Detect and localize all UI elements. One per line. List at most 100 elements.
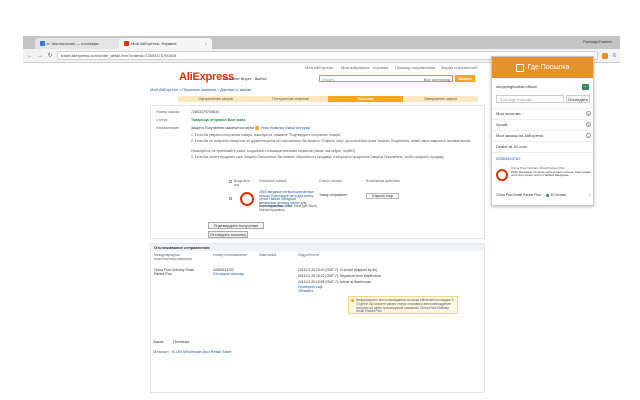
order-details-panel: Номер заказа: 72603375700634 Статус: Тов… xyxy=(150,105,485,239)
tracking-title: Отслеживание отправления xyxy=(151,244,484,251)
search-button[interactable]: Search xyxy=(455,75,475,82)
topnav-help[interactable]: Помощь покупателям xyxy=(395,65,435,70)
track-package-button[interactable]: Отследить посылку xyxy=(208,231,248,238)
carrier-name: China Post Ordinary Small Packet Plus xyxy=(154,268,194,276)
order-number-label: Номер заказа: xyxy=(156,110,180,114)
product-thumbnail[interactable] xyxy=(240,192,254,206)
welcome-text: Welcome Buyer · Выйти xyxy=(223,76,267,81)
menu-icon[interactable]: ≡ xyxy=(612,53,616,59)
tab-tracker[interactable]: e. Шоптыльник — отслежив × xyxy=(35,38,128,49)
divider xyxy=(492,130,593,131)
col-details: Подробности xyxy=(298,253,319,257)
col-carrier: Международная транспортная компания xyxy=(154,253,192,261)
note-3: Пожалуйста, не принимайте заказ, созданн… xyxy=(191,149,357,153)
chevron-icon: › xyxy=(586,133,591,138)
topnav-cart[interactable]: Корзина xyxy=(373,65,388,70)
step-payment: Поступление платежа xyxy=(253,96,328,102)
store-link[interactable]: K-UN Wholesale And Retail Store xyxy=(172,349,232,354)
popup-footer: China Post Small Packet Plus В Отслеж ✎ xyxy=(496,193,591,197)
buyer-protection-icon xyxy=(255,126,260,131)
note-2: 2. Если Вы не получили товар или не удов… xyxy=(191,139,472,143)
col-remarks: Замечания xyxy=(259,253,277,257)
step-complete: Завершение заказа xyxy=(403,96,478,102)
menu-archive[interactable]: Архив 0 xyxy=(496,122,591,127)
profile-name[interactable]: PackageTracker xyxy=(583,39,612,44)
tracking-code-input[interactable]: Трек-код посылки xyxy=(496,95,564,103)
track-button[interactable]: Отследить xyxy=(566,95,590,103)
tab-aliexpress[interactable]: Мой AliExpress: Управле × xyxy=(119,38,212,49)
menu-label: Мои посылки xyxy=(496,111,521,116)
topnav-my-aliexpress[interactable]: Мой AliExpress xyxy=(305,65,333,70)
tracking-panel: Отслеживание отправления Международная т… xyxy=(150,243,485,393)
package-tracker-extension-icon[interactable] xyxy=(602,52,609,59)
tracking-event: 2015.01.26 18:10 (GMT-7): Departure from… xyxy=(298,274,381,278)
url-text: trade.aliexpress.com/order_detail.htm?or… xyxy=(61,53,177,58)
tab-strip: e. Шоптыльник — отслежив × Мой AliExpres… xyxy=(23,36,620,49)
edit-icon[interactable]: ✎ xyxy=(588,193,591,197)
warning-icon xyxy=(351,299,354,302)
status-label: Статус: xyxy=(156,118,169,122)
product-status: Товар отправлен xyxy=(319,193,348,197)
popup-tracking-number[interactable]: 02653543762 xyxy=(496,156,591,161)
col-description: Описание товара xyxy=(259,179,287,183)
tracking-event: 2015.01.26 18:58 (GMT-7): Arrival at War… xyxy=(298,280,372,284)
divider xyxy=(492,108,593,109)
store-label: Магазин: xyxy=(153,349,170,354)
product-attributes: Характеристики: Color: Steel (gift Silve… xyxy=(259,204,318,212)
product-checkbox[interactable] xyxy=(229,197,232,200)
step-shipping: Посылка xyxy=(328,96,403,102)
tracker-favicon-icon xyxy=(40,41,45,46)
tab-label: Мой AliExpress: Управле xyxy=(131,41,177,46)
footer-status: В Отслеж xyxy=(545,193,566,197)
order-number: 72603375700634 xyxy=(191,110,219,114)
menu-label: Мои заказы на AliExpress xyxy=(496,133,544,138)
menu-aliexpress-orders[interactable]: Мои заказы на AliExpress › xyxy=(496,133,591,138)
update-link[interactable]: Обновить xyxy=(298,289,313,293)
track-package-link[interactable]: Отследить посылку xyxy=(213,272,244,276)
menu-jd-deals[interactable]: Dealer at JD.com xyxy=(496,144,591,149)
add-package-button[interactable]: + xyxy=(582,84,589,90)
topnav-forum[interactable]: Форум покупателей xyxy=(441,65,477,70)
divider xyxy=(492,152,593,153)
open-dispute-button[interactable]: Открыть спор xyxy=(366,193,399,199)
reminder-body: Защита Покупателя закончится через xyxy=(191,126,255,130)
col-tracking-number: Номер отслеживания xyxy=(213,253,247,257)
reminder-text: Защита Покупателя закончится через Игра … xyxy=(191,126,311,131)
note-1: 1. Если Вы уверены получения товара, пож… xyxy=(191,133,342,137)
package-tracker-popup: Где Посылка shoppingtoolbar.official + Т… xyxy=(491,56,594,206)
top-nav: Мой AliExpress Мои избранное Корзина Пом… xyxy=(23,63,493,71)
tab-order[interactable]: Заказ xyxy=(153,339,164,344)
tab-label: e. Шоптыльник — отслежив xyxy=(47,41,99,46)
popup-title: Где Посылка xyxy=(527,64,570,71)
package-description: China Post Ordinary Small Packet Plus 20… xyxy=(511,166,591,178)
menu-my-packages[interactable]: Мои посылки 0 xyxy=(496,111,591,116)
search-placeholder: Искать xyxy=(322,77,335,82)
topnav-wishlist[interactable]: Мои избранное xyxy=(341,65,370,70)
confirm-receipt-button[interactable]: Подтвердить получение товара xyxy=(208,222,264,234)
search-input[interactable]: Искать Все категории xyxy=(319,75,453,82)
status-dot-icon xyxy=(545,193,549,197)
tab-payments[interactable]: Платежи xyxy=(173,339,189,344)
popup-account[interactable]: shoppingtoolbar.official xyxy=(496,84,591,89)
col-status: Статус товара xyxy=(319,179,342,183)
tracking-warning: Информация о местонахождении посылки обн… xyxy=(348,296,458,314)
divider xyxy=(492,119,593,120)
back-arrow-icon[interactable]: ← xyxy=(27,53,33,59)
search-category-select[interactable]: Все категории xyxy=(424,77,450,82)
breadcrumb[interactable]: Мой AliExpress > Перечень заказов > Данн… xyxy=(150,87,251,92)
reload-icon[interactable]: ↻ xyxy=(47,52,53,59)
close-icon[interactable]: × xyxy=(205,41,207,46)
col-actions: Возможные действия xyxy=(366,179,400,183)
forward-arrow-icon[interactable]: → xyxy=(37,53,43,59)
order-status: Товарища отправил Вам заказ xyxy=(191,118,246,122)
footer-carrier: China Post Small Packet Plus xyxy=(496,193,541,197)
col-select-all: Выделить все xyxy=(234,179,250,187)
protection-countdown: Игра Ноавлья Икики Ангирыр xyxy=(261,126,311,130)
reminder-label: Напоминание: xyxy=(156,126,180,130)
account-name: shoppingtoolbar.official xyxy=(496,84,537,89)
step-order: Оформление заказа xyxy=(178,96,253,102)
select-all-checkbox[interactable] xyxy=(229,180,232,183)
package-icon xyxy=(515,63,524,72)
note-4: 3. Если Вы хотите продлить срок Защиты П… xyxy=(191,155,445,159)
menu-label: Архив xyxy=(496,122,508,127)
